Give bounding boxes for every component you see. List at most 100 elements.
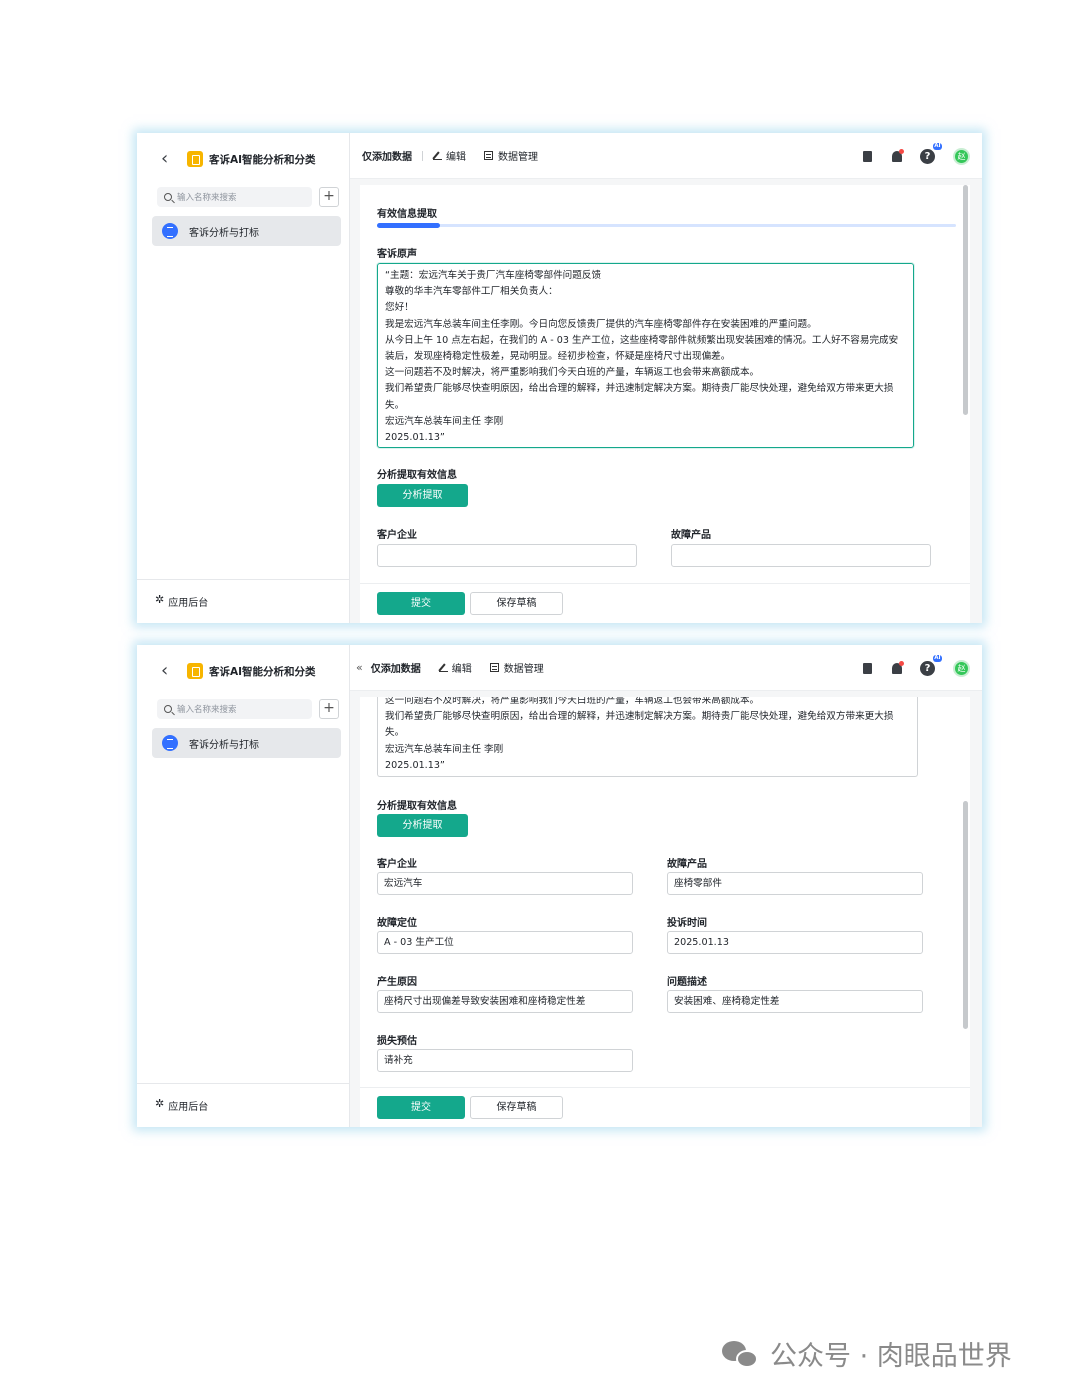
main-area: 仅添加数据 编辑 数据管理 ? AI 赵 有效信息提取 客诉原声 “主题：宏远汽车…	[350, 133, 982, 623]
tab-add-data-only[interactable]: 仅添加数据	[371, 660, 421, 675]
ai-badge: AI	[932, 142, 942, 150]
bottom-actions: 提交 保存草稿	[360, 1087, 970, 1127]
data-manage-button[interactable]: 数据管理	[489, 660, 544, 675]
customer-label: 客户企业	[377, 530, 417, 541]
avatar[interactable]: 赵	[953, 659, 970, 677]
sidebar-search-row: 输入名称来搜索 +	[157, 699, 339, 719]
sidebar-item-label: 客诉分析与打标	[189, 227, 259, 239]
sidebar: ‹ 客诉AI智能分析和分类 输入名称来搜索 + 客诉分析与打标 ✲ 应用后台	[137, 133, 350, 623]
time-label: 投诉时间	[667, 918, 707, 929]
book-icon[interactable]	[863, 150, 872, 162]
app-title: 客诉AI智能分析和分类	[209, 665, 316, 678]
edit-button[interactable]: 编辑	[433, 148, 466, 163]
topbar: « 仅添加数据 编辑 数据管理 ? AI 赵	[350, 645, 982, 691]
bell-icon[interactable]	[892, 148, 904, 162]
loss-label: 损失预估	[377, 1036, 417, 1047]
analyze-section-label: 分析提取有效信息	[377, 470, 457, 481]
sidebar-header: ‹ 客诉AI智能分析和分类	[137, 133, 349, 185]
data-manage-button[interactable]: 数据管理	[484, 148, 538, 163]
loss-input[interactable]: 请补充	[377, 1049, 633, 1072]
wechat-icon	[722, 1339, 760, 1369]
add-button[interactable]: +	[319, 187, 339, 207]
form-content: 这一问题若不及时解决，将严重影响我们今天白班的产量，车辆返工也会带来高额成本。 …	[360, 697, 970, 1087]
submit-button[interactable]: 提交	[377, 1096, 465, 1119]
save-draft-button[interactable]: 保存草稿	[470, 1096, 563, 1119]
product-label: 故障产品	[671, 530, 711, 541]
analyze-section-label: 分析提取有效信息	[377, 801, 457, 812]
description-label: 问题描述	[667, 977, 707, 988]
gear-icon: ✲	[155, 1097, 165, 1110]
tab-info-extract[interactable]: 有效信息提取	[377, 205, 437, 220]
product-input[interactable]	[671, 544, 931, 567]
divider	[422, 150, 423, 161]
tab-track	[377, 224, 956, 227]
location-label: 故障定位	[377, 918, 417, 929]
topbar-actions: ? AI 赵	[863, 133, 970, 179]
edit-button[interactable]: 编辑	[438, 660, 472, 675]
customer-input[interactable]: 宏远汽车	[377, 872, 633, 895]
collapse-sidebar-icon[interactable]: «	[356, 661, 363, 674]
data-manage-label: 数据管理	[498, 152, 538, 163]
scrollbar[interactable]	[963, 801, 968, 1029]
app-icon	[187, 663, 203, 679]
search-input[interactable]: 输入名称来搜索	[157, 187, 312, 207]
complaint-label: 客诉原声	[377, 249, 417, 260]
main-area: « 仅添加数据 编辑 数据管理 ? AI 赵 这一问题若不及时解决，将严重影响我们…	[350, 645, 982, 1127]
complaint-textarea[interactable]: “主题：宏远汽车关于贵厂汽车座椅零部件问题反馈 尊敬的华丰汽车零部件工厂相关负责…	[377, 263, 914, 448]
bell-icon[interactable]	[892, 660, 904, 674]
pencil-icon	[438, 663, 448, 672]
scrollbar[interactable]	[963, 185, 968, 415]
app-admin-link[interactable]: ✲ 应用后台	[137, 579, 349, 623]
product-input[interactable]: 座椅零部件	[667, 872, 923, 895]
sidebar: ‹ 客诉AI智能分析和分类 输入名称来搜索 + 客诉分析与打标 ✲ 应用后台	[137, 645, 350, 1127]
ai-badge: AI	[932, 654, 942, 662]
help-icon[interactable]: ? AI	[920, 142, 942, 164]
sidebar-item-label: 客诉分析与打标	[189, 739, 259, 751]
help-icon[interactable]: ? AI	[920, 654, 942, 676]
data-manage-label: 数据管理	[503, 664, 544, 675]
app-admin-label: 应用后台	[168, 598, 209, 609]
back-icon[interactable]: ‹	[161, 150, 177, 168]
cause-input[interactable]: 座椅尺寸出现偏差导致安装困难和座椅稳定性差	[377, 990, 633, 1013]
analyze-button[interactable]: 分析提取	[377, 814, 468, 837]
watermark-text: 公众号 · 肉眼品世界	[770, 1341, 1012, 1372]
search-icon	[164, 193, 172, 201]
customer-label: 客户企业	[377, 859, 417, 870]
app-admin-label: 应用后台	[168, 1102, 209, 1113]
app-title: 客诉AI智能分析和分类	[209, 153, 316, 166]
tab-add-data-only[interactable]: 仅添加数据	[362, 148, 412, 163]
search-placeholder: 输入名称来搜索	[177, 705, 237, 715]
time-input[interactable]: 2025.01.13	[667, 931, 923, 954]
app-admin-link[interactable]: ✲ 应用后台	[137, 1083, 349, 1127]
table-icon	[489, 663, 499, 672]
search-placeholder: 输入名称来搜索	[177, 193, 237, 203]
topbar-actions: ? AI 赵	[863, 645, 970, 691]
gear-icon: ✲	[155, 593, 165, 606]
complaint-textarea[interactable]: 这一问题若不及时解决，将严重影响我们今天白班的产量，车辆返工也会带来高额成本。 …	[377, 697, 918, 777]
customer-input[interactable]	[377, 544, 637, 567]
sidebar-item-complaint-analysis[interactable]: 客诉分析与打标	[152, 728, 341, 758]
submit-button[interactable]: 提交	[377, 592, 465, 615]
wechat-watermark: 公众号 · 肉眼品世界	[722, 1334, 1012, 1373]
description-input[interactable]: 安装困难、座椅稳定性差	[667, 990, 923, 1013]
avatar[interactable]: 赵	[953, 147, 970, 165]
table-icon	[484, 151, 493, 160]
sidebar-search-row: 输入名称来搜索 +	[157, 187, 339, 207]
add-button[interactable]: +	[319, 699, 339, 719]
book-icon[interactable]	[863, 662, 872, 674]
sidebar-item-complaint-analysis[interactable]: 客诉分析与打标	[152, 216, 341, 246]
form-icon	[162, 735, 178, 751]
save-draft-button[interactable]: 保存草稿	[470, 592, 563, 615]
form-content: 有效信息提取 客诉原声 “主题：宏远汽车关于贵厂汽车座椅零部件问题反馈 尊敬的华…	[360, 185, 970, 583]
search-input[interactable]: 输入名称来搜索	[157, 699, 312, 719]
pencil-icon	[433, 151, 442, 160]
analyze-button[interactable]: 分析提取	[377, 484, 468, 507]
search-icon	[164, 705, 172, 713]
topbar: 仅添加数据 编辑 数据管理 ? AI 赵	[350, 133, 982, 179]
cause-label: 产生原因	[377, 977, 417, 988]
screenshot-empty-form: ‹ 客诉AI智能分析和分类 输入名称来搜索 + 客诉分析与打标 ✲ 应用后台 仅…	[137, 133, 982, 623]
screenshot-filled-form: ‹ 客诉AI智能分析和分类 输入名称来搜索 + 客诉分析与打标 ✲ 应用后台 «…	[137, 645, 982, 1127]
location-input[interactable]: A - 03 生产工位	[377, 931, 633, 954]
back-icon[interactable]: ‹	[161, 662, 177, 680]
app-icon	[187, 151, 203, 167]
